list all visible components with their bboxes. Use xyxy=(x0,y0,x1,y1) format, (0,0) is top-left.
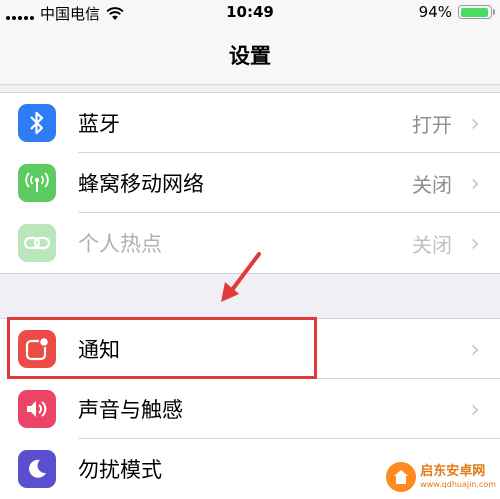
cellular-value: 关闭 xyxy=(412,172,452,197)
watermark-title: 启东安卓网 xyxy=(420,464,486,480)
chevron-right-icon: › xyxy=(470,395,480,423)
battery-percent: 94% xyxy=(418,3,452,21)
page-title: 设置 xyxy=(229,44,271,68)
settings-row-sounds[interactable]: 声音与触感 › xyxy=(0,379,500,439)
do-not-disturb-icon xyxy=(18,450,56,488)
hotspot-label: 个人热点 xyxy=(78,232,162,256)
settings-row-bluetooth[interactable]: 蓝牙 打开 › xyxy=(0,93,500,153)
annotation-arrow-icon xyxy=(221,252,261,302)
watermark-logo-icon xyxy=(386,462,417,492)
settings-row-notifications[interactable]: 通知 › xyxy=(0,319,500,379)
battery-icon xyxy=(458,5,495,19)
hotspot-value: 关闭 xyxy=(412,232,452,257)
sounds-icon xyxy=(18,390,56,428)
status-bar: 中国电信 10:49 94% xyxy=(0,0,500,26)
sounds-label: 声音与触感 xyxy=(78,398,183,422)
notifications-label: 通知 xyxy=(78,338,120,362)
status-right: 94% xyxy=(418,3,495,21)
battery-fill xyxy=(460,7,488,17)
bluetooth-value: 打开 xyxy=(412,112,452,137)
chevron-right-icon: › xyxy=(470,169,480,197)
chevron-right-icon: › xyxy=(470,229,480,257)
notifications-icon xyxy=(18,330,56,368)
watermark: 启东安卓网 www.qdhuajin.com xyxy=(386,462,496,492)
bluetooth-label: 蓝牙 xyxy=(78,112,120,136)
watermark-url: www.qdhuajin.com xyxy=(420,479,496,489)
settings-row-cellular[interactable]: 蜂窝移动网络 关闭 › xyxy=(0,153,500,213)
do-not-disturb-label: 勿扰模式 xyxy=(78,458,162,482)
chevron-right-icon: › xyxy=(470,109,480,137)
hotspot-icon xyxy=(18,224,56,262)
chevron-right-icon: › xyxy=(470,335,480,363)
bluetooth-icon xyxy=(18,104,56,142)
watermark-text-block: 启东安卓网 www.qdhuajin.com xyxy=(420,464,496,489)
cellular-label: 蜂窝移动网络 xyxy=(78,172,204,196)
settings-group-connectivity: 蓝牙 打开 › 蜂窝移动网络 关闭 › 个人热点 关闭 › xyxy=(0,92,500,274)
navigation-bar: 设置 xyxy=(0,26,500,85)
cellular-icon xyxy=(18,164,56,202)
